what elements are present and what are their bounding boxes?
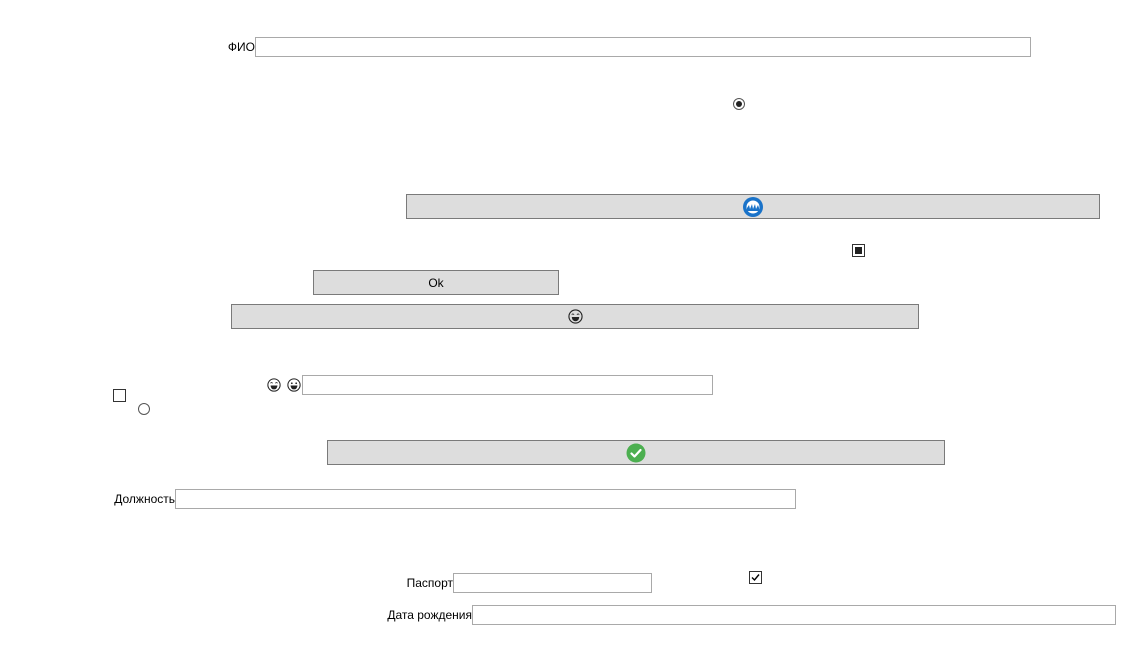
checkmark-icon [751, 574, 760, 582]
radio-option-selected[interactable] [733, 98, 745, 110]
ok-button-label: Ok [428, 275, 444, 290]
fio-input[interactable] [255, 37, 1031, 57]
emoji-text-input[interactable] [302, 375, 713, 395]
ok-button[interactable]: Ok [313, 270, 559, 295]
position-label: Должность [114, 492, 175, 506]
checkbox-left[interactable] [113, 389, 126, 402]
birthdate-input[interactable] [472, 605, 1116, 625]
form-window: ФИО Ok Должность Паспорт Дата рождения [0, 0, 1129, 645]
birthdate-label: Дата рождения [387, 608, 472, 622]
fio-label: ФИО [227, 40, 255, 54]
fingerprint-button[interactable] [406, 194, 1100, 219]
radio-option-unselected[interactable] [138, 403, 150, 415]
laughing-emoji-icon [267, 378, 281, 392]
checkbox-checked[interactable] [749, 571, 762, 584]
passport-label: Паспорт [406, 576, 453, 590]
confirm-button[interactable] [327, 440, 945, 465]
passport-input[interactable] [453, 573, 652, 593]
emoji-button[interactable] [231, 304, 919, 329]
fingerprint-icon [743, 196, 763, 217]
checkbox-indeterminate[interactable] [852, 244, 865, 257]
laughing-emoji-icon [567, 309, 583, 324]
position-input[interactable] [175, 489, 796, 509]
checkmark-icon [626, 443, 646, 462]
grinning-emoji-icon [287, 378, 301, 392]
